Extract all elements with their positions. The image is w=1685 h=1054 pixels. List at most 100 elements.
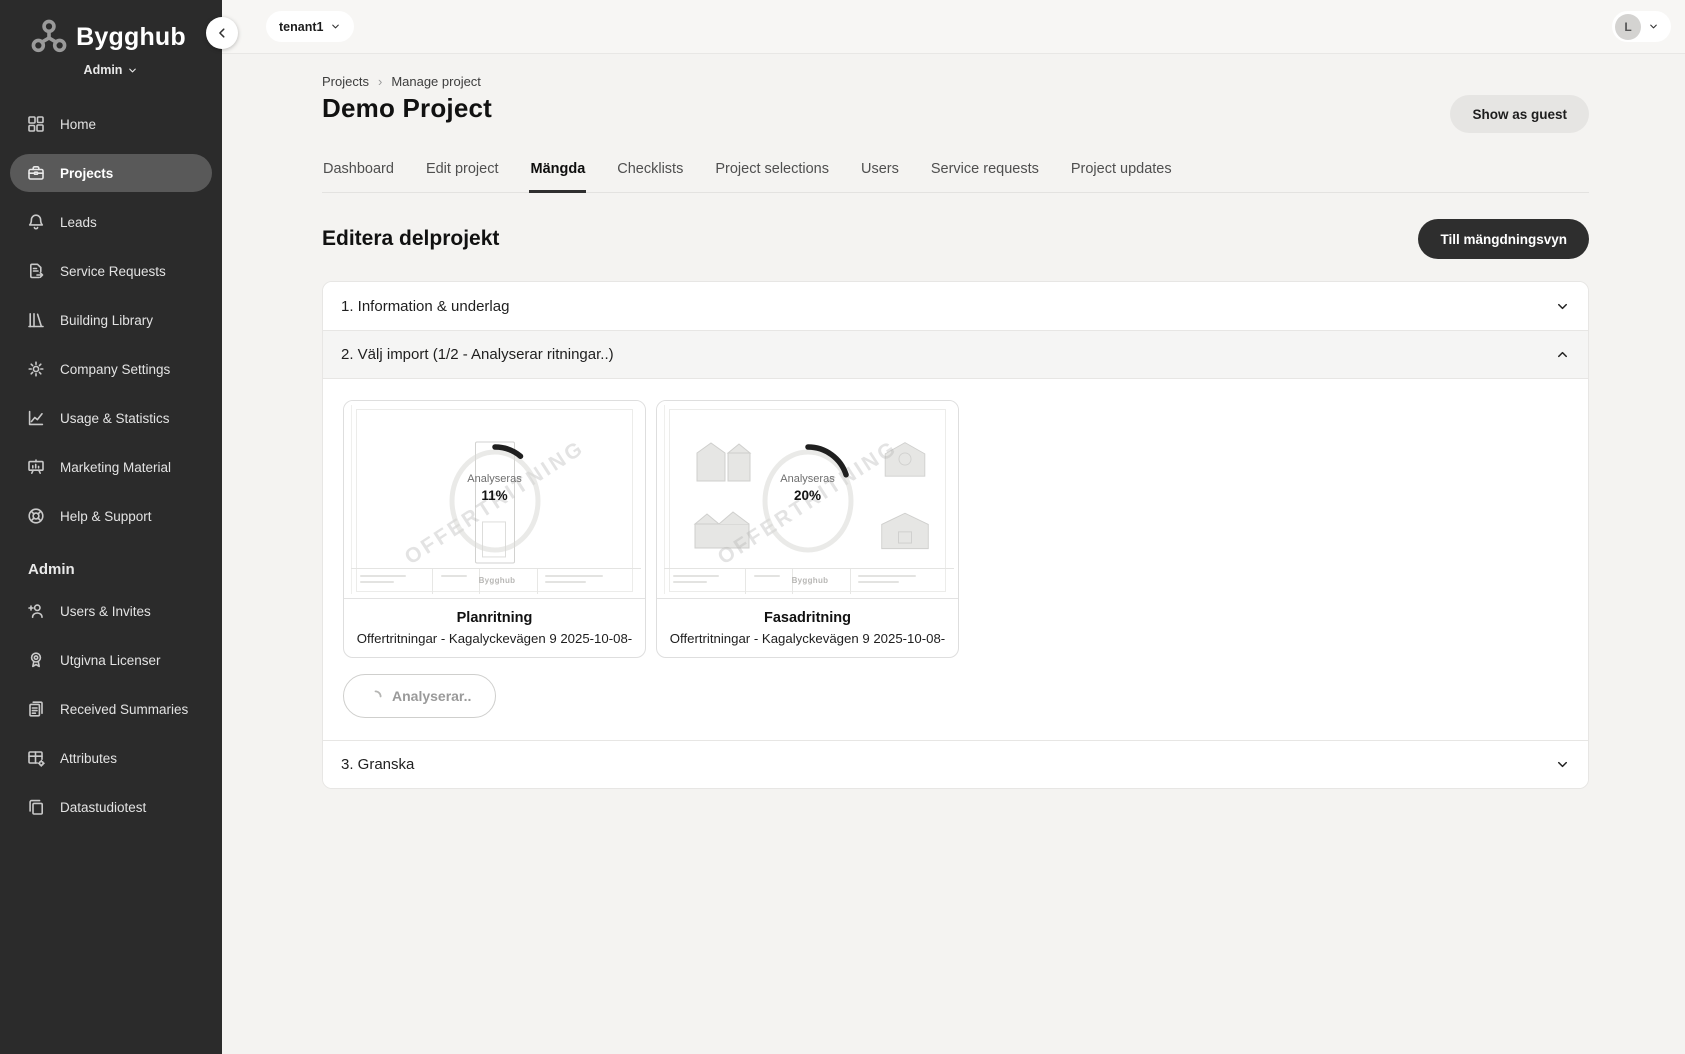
sidebar-item-help-support[interactable]: Help & Support: [10, 497, 212, 535]
document-arrow-icon: [26, 261, 46, 281]
breadcrumb-projects[interactable]: Projects: [322, 74, 369, 89]
tab-checklists[interactable]: Checklists: [616, 153, 684, 192]
chevron-down-icon: [1555, 757, 1570, 772]
sidebar-item-building-library[interactable]: Building Library: [10, 301, 212, 339]
sidebar-item-label: Datastudiotest: [60, 800, 146, 815]
briefcase-icon: [26, 163, 46, 183]
progress-status: Analyseras: [467, 473, 521, 485]
drawing-cards: OFFERTRITNING Analyseras 11%: [343, 400, 1568, 658]
sidebar-item-projects[interactable]: Projects: [10, 154, 212, 192]
tab-project-selections[interactable]: Project selections: [714, 153, 830, 192]
sidebar-item-label: Service Requests: [60, 264, 166, 279]
accordion-section-information[interactable]: 1. Information & underlag: [323, 282, 1588, 330]
accordion-section-granska[interactable]: 3. Granska: [323, 740, 1588, 788]
tab-users[interactable]: Users: [860, 153, 900, 192]
facade-glyph: [878, 508, 932, 552]
stacked-documents-icon: [26, 699, 46, 719]
drawing-thumbnail: OFFERTRITNING Analyseras 11%: [344, 401, 645, 599]
sheet-brand: Bygghub: [792, 576, 829, 585]
drawing-card-planritning[interactable]: OFFERTRITNING Analyseras 11%: [343, 400, 646, 658]
sidebar-item-label: Company Settings: [60, 362, 170, 377]
home-icon: [26, 114, 46, 134]
brand: Bygghub: [0, 14, 222, 56]
sidebar-item-attributes[interactable]: Attributes: [10, 739, 212, 777]
sidebar-item-service-requests[interactable]: Service Requests: [10, 252, 212, 290]
progress-status: Analyseras: [780, 473, 834, 485]
sidebar-item-label: Users & Invites: [60, 604, 151, 619]
sidebar-collapse-button[interactable]: [206, 17, 238, 49]
role-selector[interactable]: Admin: [0, 63, 222, 77]
chevron-down-icon: [1648, 21, 1659, 32]
tenant-label: tenant1: [279, 20, 323, 34]
chevron-up-icon: [1555, 347, 1570, 362]
accordion-label: 3. Granska: [341, 756, 414, 773]
sidebar-item-users-invites[interactable]: Users & Invites: [10, 592, 212, 630]
bygghub-logo-icon: [30, 18, 68, 56]
page-title: Demo Project: [322, 93, 492, 124]
table-gear-icon: [26, 748, 46, 768]
till-mangdningsvyn-button[interactable]: Till mängdningsvyn: [1418, 219, 1589, 259]
show-as-guest-button[interactable]: Show as guest: [1450, 95, 1589, 133]
sidebar-item-label: Marketing Material: [60, 460, 171, 475]
sidebar-item-label: Attributes: [60, 751, 117, 766]
avatar: L: [1615, 14, 1641, 40]
chevron-down-icon: [330, 21, 341, 32]
sidebar-item-marketing-material[interactable]: Marketing Material: [10, 448, 212, 486]
books-icon: [26, 310, 46, 330]
sidebar-item-utgivna-licenser[interactable]: Utgivna Licenser: [10, 641, 212, 679]
accordion-section-valj-import[interactable]: 2. Välj import (1/2 - Analyserar ritning…: [323, 330, 1588, 378]
accordion-label: 2. Välj import (1/2 - Analyserar ritning…: [341, 346, 614, 363]
breadcrumb: Projects › Manage project: [322, 74, 1589, 89]
chevron-down-icon: [127, 65, 138, 76]
tab-service-requests[interactable]: Service requests: [930, 153, 1040, 192]
progress-percent: 11%: [481, 488, 507, 503]
main-area: tenant1 L Projects › Manage project Demo…: [222, 0, 1685, 1054]
import-section-body: OFFERTRITNING Analyseras 11%: [323, 378, 1588, 740]
analyzing-button[interactable]: Analyserar..: [343, 674, 496, 718]
tab-bar: Dashboard Edit project Mängda Checklists…: [322, 153, 1589, 193]
drawing-caption: Offertritningar - Kagalyckevägen 9 2025-…: [669, 631, 946, 646]
lifebuoy-icon: [26, 506, 46, 526]
sidebar-item-leads[interactable]: Leads: [10, 203, 212, 241]
accordion: 1. Information & underlag 2. Välj import…: [322, 281, 1589, 789]
role-label: Admin: [84, 63, 123, 77]
sidebar-item-home[interactable]: Home: [10, 105, 212, 143]
sidebar-admin-section-label: Admin: [28, 561, 212, 578]
progress-text: Analyseras 20%: [657, 473, 958, 503]
user-menu[interactable]: L: [1612, 11, 1671, 42]
sidebar-item-label: Home: [60, 117, 96, 132]
sidebar-item-datastudiotest[interactable]: Datastudiotest: [10, 788, 212, 826]
chevron-down-icon: [1555, 299, 1570, 314]
drawing-thumbnail: OFFERTRITNING Analyseras 20%: [657, 401, 958, 599]
sidebar-item-label: Received Summaries: [60, 702, 188, 717]
user-plus-icon: [26, 601, 46, 621]
breadcrumb-manage-project[interactable]: Manage project: [391, 74, 481, 89]
tab-mangda[interactable]: Mängda: [529, 153, 586, 193]
progress-text: Analyseras 11%: [344, 473, 645, 503]
sidebar-item-company-settings[interactable]: Company Settings: [10, 350, 212, 388]
sidebar-item-label: Utgivna Licenser: [60, 653, 161, 668]
tab-dashboard[interactable]: Dashboard: [322, 153, 395, 192]
content: Projects › Manage project Demo Project S…: [222, 54, 1685, 1054]
title-block: Bygghub: [664, 568, 954, 594]
sheet-brand: Bygghub: [479, 576, 516, 585]
drawing-title: Fasadritning: [669, 610, 946, 626]
drawing-card-fasadritning[interactable]: OFFERTRITNING Analyseras 20%: [656, 400, 959, 658]
presentation-icon: [26, 457, 46, 477]
brand-name: Bygghub: [76, 23, 186, 52]
sidebar-item-label: Leads: [60, 215, 97, 230]
page-header: Demo Project Show as guest: [322, 93, 1589, 133]
tenant-selector[interactable]: tenant1: [266, 11, 354, 42]
sidebar-item-received-summaries[interactable]: Received Summaries: [10, 690, 212, 728]
analyzing-button-label: Analyserar..: [392, 688, 471, 704]
progress-percent: 20%: [794, 488, 821, 503]
chevron-left-icon: [215, 26, 229, 40]
editor-header: Editera delprojekt Till mängdningsvyn: [322, 219, 1589, 259]
sidebar-item-usage-statistics[interactable]: Usage & Statistics: [10, 399, 212, 437]
tab-edit-project[interactable]: Edit project: [425, 153, 500, 192]
tab-project-updates[interactable]: Project updates: [1070, 153, 1173, 192]
drawing-meta: Planritning Offertritningar - Kagalyckev…: [344, 599, 645, 657]
line-chart-icon: [26, 408, 46, 428]
drawing-title: Planritning: [356, 610, 633, 626]
topbar: tenant1 L: [222, 0, 1685, 54]
